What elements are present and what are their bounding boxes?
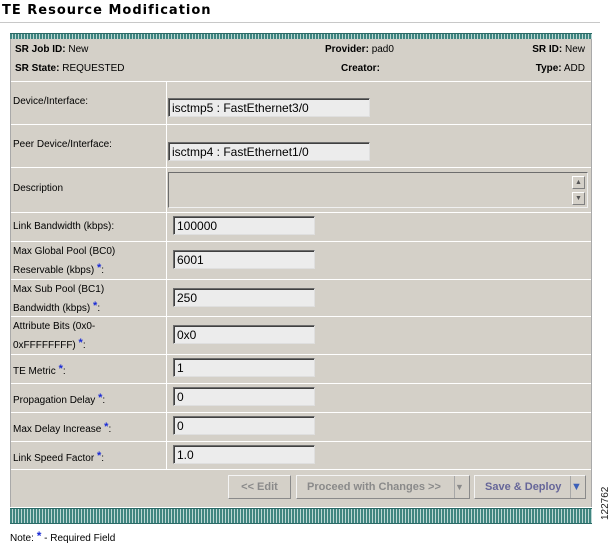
figure-id: 122762 [600, 486, 611, 520]
max-global-pool-field[interactable]: 6001 [173, 250, 315, 269]
service-request-header: SR Job ID: New Provider: pad0 SR ID: New… [11, 39, 591, 82]
max-global-pool-label: Max Global Pool (BC0) Reservable (kbps) … [13, 246, 116, 276]
scroll-up-icon[interactable]: ▲ [572, 176, 585, 189]
bottom-band [10, 508, 592, 524]
device-interface-label: Device/Interface: [13, 96, 89, 107]
link-bandwidth-field[interactable]: 100000 [173, 216, 315, 235]
propagation-delay-field[interactable]: 0 [173, 387, 315, 406]
row-description: Description ▲ ▼ [11, 168, 591, 213]
row-max-global-pool: Max Global Pool (BC0) Reservable (kbps) … [11, 242, 591, 280]
required-field-note: Note: * - Required Field [10, 529, 116, 544]
te-metric-field[interactable]: 1 [173, 358, 315, 377]
row-te-metric: TE Metric *: 1 [11, 355, 591, 384]
propagation-delay-label: Propagation Delay *: [13, 392, 106, 406]
description-textarea[interactable]: ▲ ▼ [168, 172, 588, 208]
link-speed-factor-label: Link Speed Factor *: [13, 450, 105, 464]
description-label: Description [13, 183, 64, 194]
required-marker: * [36, 529, 42, 543]
row-propagation-delay: Propagation Delay *: 0 [11, 384, 591, 413]
peer-device-interface-field[interactable]: isctmp4 : FastEthernet1/0 [168, 142, 370, 161]
proceed-with-changes-button[interactable]: Proceed with Changes >> ▼ [296, 475, 470, 499]
link-bandwidth-label: Link Bandwidth (kbps): [13, 221, 115, 232]
attribute-bits-field[interactable]: 0x0 [173, 325, 315, 344]
row-attribute-bits: Attribute Bits (0x0- 0xFFFFFFFF) *: 0x0 [11, 317, 591, 355]
peer-device-interface-label: Peer Device/Interface: [13, 139, 112, 150]
row-link-bandwidth: Link Bandwidth (kbps): 100000 [11, 213, 591, 242]
row-max-delay-increase: Max Delay Increase *: 0 [11, 413, 591, 442]
provider: Provider: pad0 [325, 44, 394, 55]
row-link-speed-factor: Link Speed Factor *: 1.0 [11, 442, 591, 470]
sr-state: SR State: REQUESTED [15, 63, 125, 74]
device-interface-field[interactable]: isctmp5 : FastEthernet3/0 [168, 98, 370, 117]
attribute-bits-label: Attribute Bits (0x0- 0xFFFFFFFF) *: [13, 321, 96, 351]
dropdown-arrow-icon[interactable]: ▼ [570, 476, 585, 498]
button-bar: << Edit Proceed with Changes >> ▼ Save &… [11, 470, 591, 507]
scroll-down-icon[interactable]: ▼ [572, 192, 585, 205]
row-peer-device-interface: Peer Device/Interface: isctmp4 : FastEth… [11, 125, 591, 168]
max-delay-increase-label: Max Delay Increase *: [13, 421, 112, 435]
edit-button[interactable]: << Edit [228, 475, 291, 499]
sr-id: SR ID: New [532, 44, 585, 55]
save-deploy-button[interactable]: Save & Deploy ▼ [474, 475, 586, 499]
form-panel: SR Job ID: New Provider: pad0 SR ID: New… [10, 39, 592, 507]
max-sub-pool-field[interactable]: 250 [173, 288, 315, 307]
link-speed-factor-field[interactable]: 1.0 [173, 445, 315, 464]
sr-job-id: SR Job ID: New [15, 44, 89, 55]
row-max-sub-pool: Max Sub Pool (BC1) Bandwidth (kbps) *: 2… [11, 280, 591, 317]
type: Type: ADD [535, 63, 585, 74]
creator: Creator: [341, 63, 380, 74]
te-metric-label: TE Metric *: [13, 363, 66, 377]
dropdown-arrow-icon[interactable]: ▼ [454, 476, 469, 498]
title-divider [0, 22, 600, 23]
page-title: TE Resource Modification [2, 3, 212, 18]
row-device-interface: Device/Interface: isctmp5 : FastEthernet… [11, 82, 591, 125]
max-delay-increase-field[interactable]: 0 [173, 416, 315, 435]
max-sub-pool-label: Max Sub Pool (BC1) Bandwidth (kbps) *: [13, 284, 105, 314]
